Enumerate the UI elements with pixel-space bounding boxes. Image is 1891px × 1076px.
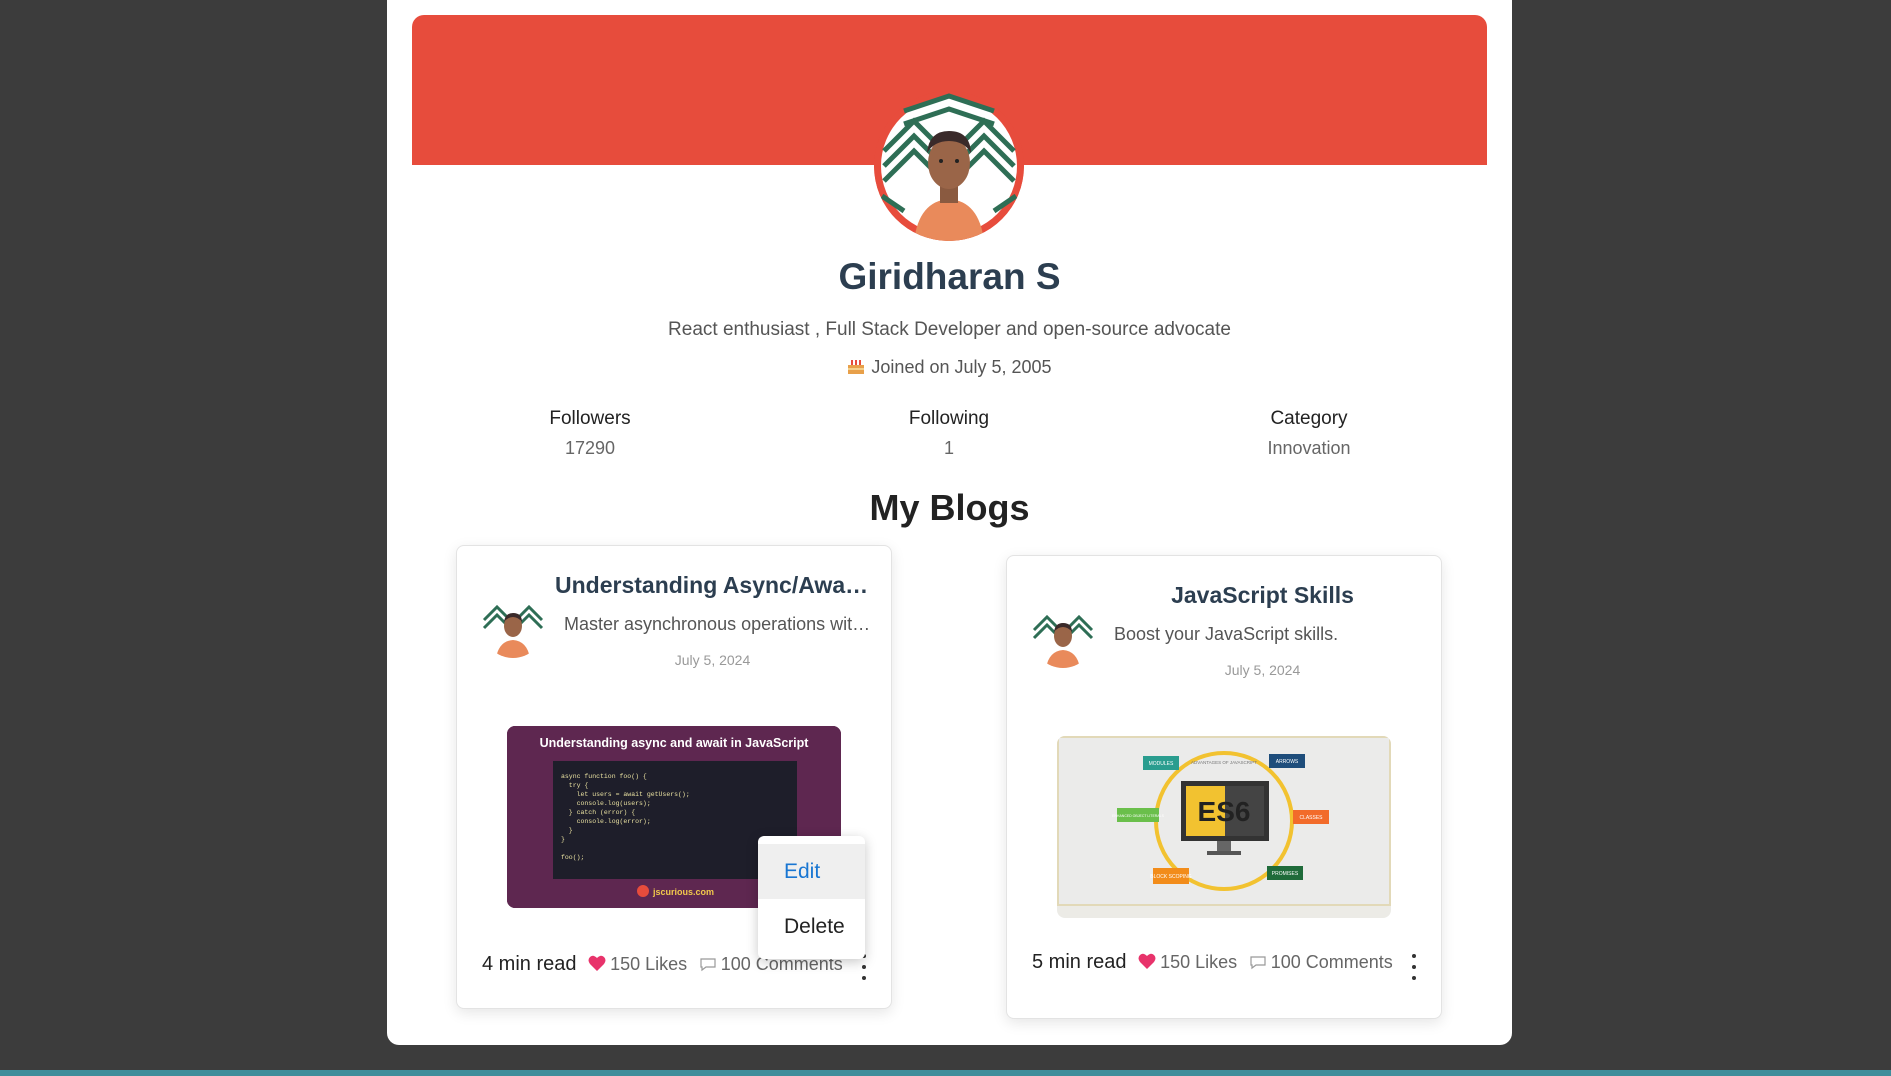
stat-category: Category Innovation: [1209, 408, 1409, 459]
es6-label: ES6: [1198, 796, 1251, 827]
joined-date: Joined on July 5, 2005: [387, 357, 1512, 380]
likes-count: 150 Likes: [610, 954, 688, 974]
edit-menu-item[interactable]: Edit: [758, 844, 865, 899]
thumb-heading: Understanding async and await in JavaScr…: [540, 736, 810, 750]
stat-following[interactable]: Following 1: [849, 408, 1049, 459]
stat-value: 1: [943, 438, 954, 458]
joined-text: Joined on July 5, 2005: [871, 357, 1052, 377]
thumb-subtitle: ADVANTAGES OF JAVASCRIPT: [1191, 760, 1257, 765]
code-line: console.log(error);: [561, 818, 651, 825]
code-line: }: [561, 836, 565, 843]
stat-value: Innovation: [1267, 438, 1351, 458]
blog-title[interactable]: Understanding Async/Await in JavaScript: [555, 572, 870, 599]
profile-bio: React enthusiast , Full Stack Developer …: [668, 319, 1231, 340]
thumb-tag: CLASSES: [1299, 815, 1323, 821]
comments-count: 100 Comments: [1270, 952, 1393, 972]
cake-icon: [847, 357, 865, 380]
bottom-accent-bar: [0, 1070, 1891, 1076]
code-line: console.log(users);: [561, 800, 651, 807]
blog-description: Boost your JavaScript skills.: [1114, 624, 1339, 644]
blog-options-menu: Edit Delete: [758, 836, 865, 959]
read-time: 4 min read: [482, 953, 577, 975]
code-line: }: [561, 827, 573, 834]
stat-label: Category: [1270, 408, 1348, 429]
blog-date: July 5, 2024: [1224, 662, 1301, 678]
profile-name: Giridharan S: [838, 256, 1061, 297]
stat-followers[interactable]: Followers 17290: [490, 408, 690, 459]
thumb-tag: BLOCK SCOPING: [1150, 874, 1192, 880]
heart-icon[interactable]: [1138, 953, 1156, 976]
author-avatar: [482, 596, 544, 658]
more-vertical-icon[interactable]: [1409, 954, 1419, 980]
heart-icon[interactable]: [588, 955, 606, 978]
code-line: } catch (error) {: [561, 809, 635, 816]
comment-icon[interactable]: [1249, 953, 1267, 976]
blog-title[interactable]: JavaScript Skills: [1105, 582, 1420, 609]
profile-page: Giridharan S React enthusiast , Full Sta…: [387, 0, 1512, 1045]
comment-icon[interactable]: [699, 955, 717, 978]
delete-menu-item[interactable]: Delete: [758, 899, 865, 954]
profile-avatar: [874, 91, 1024, 241]
read-time: 5 min read: [1032, 951, 1127, 973]
code-line: foo();: [561, 854, 584, 861]
thumb-tag: ENHANCED OBJECT LITERALS: [1112, 814, 1165, 818]
thumb-tag: ARROWS: [1276, 759, 1299, 765]
stat-label: Following: [908, 408, 990, 429]
blog-date: July 5, 2024: [674, 652, 751, 668]
code-line: async function foo() {: [561, 773, 647, 780]
stat-label: Followers: [549, 408, 631, 429]
blog-card[interactable]: JavaScript Skills Boost your JavaScript …: [1006, 555, 1442, 1019]
thumb-tag: PROMISES: [1272, 871, 1299, 877]
author-avatar: [1032, 606, 1094, 668]
code-line: let users = await getUsers();: [561, 791, 690, 798]
thumb-tag: MODULES: [1149, 761, 1174, 767]
blog-description: Master asynchronous operations with asyn…: [564, 614, 874, 634]
blogs-heading: My Blogs: [869, 487, 1030, 528]
stat-value: 17290: [564, 438, 616, 458]
thumb-footer: jscurious.com: [652, 887, 714, 897]
code-line: try {: [561, 782, 588, 789]
blog-meta: 5 min read 150 Likes 100 Comments: [1032, 951, 1393, 976]
likes-count: 150 Likes: [1160, 952, 1238, 972]
blog-thumbnail[interactable]: ADVANTAGES OF JAVASCRIPT ES6 MODULES ARR…: [1057, 736, 1391, 918]
